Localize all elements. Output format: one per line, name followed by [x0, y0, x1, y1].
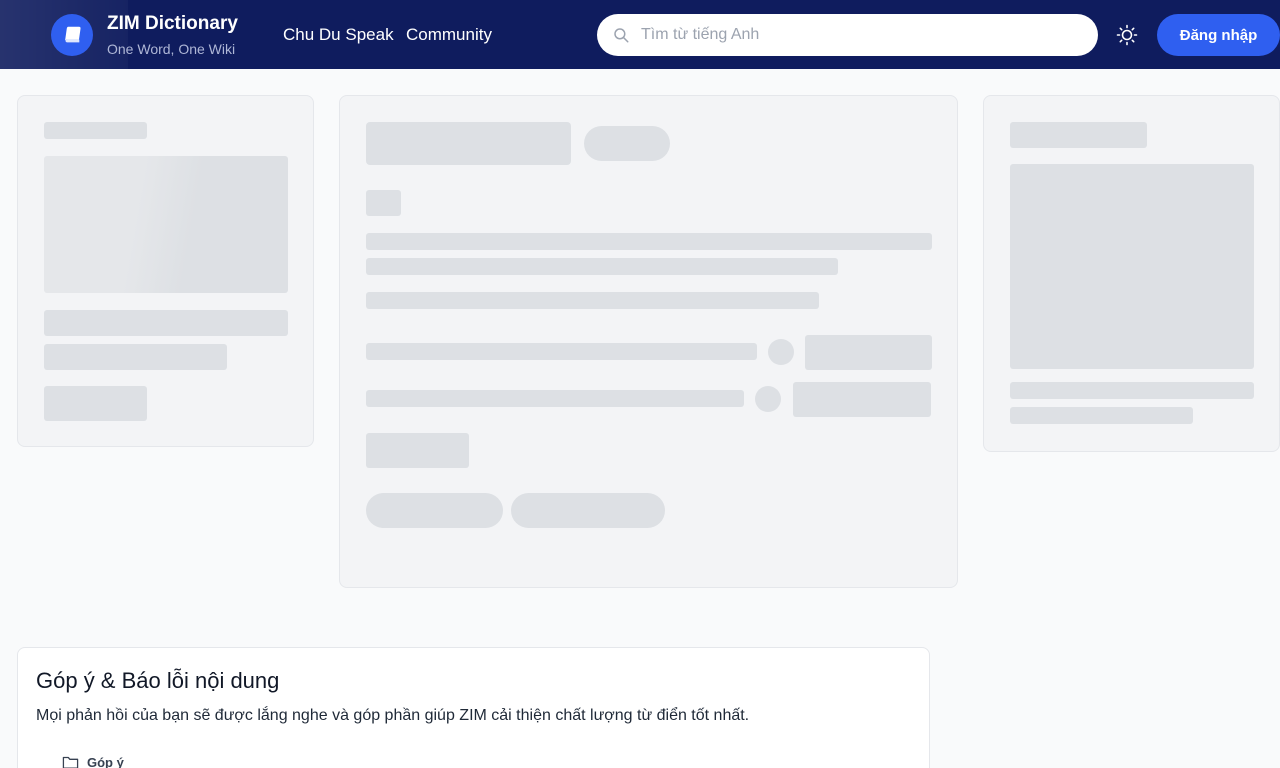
- skeleton-line: [366, 233, 932, 250]
- theme-toggle-button[interactable]: [1115, 23, 1139, 47]
- skeleton-line: [1010, 122, 1147, 148]
- brand-title[interactable]: ZIM Dictionary: [107, 13, 238, 35]
- feedback-option-label: Góp ý: [87, 755, 124, 768]
- nav-link-chu-du-speak[interactable]: Chu Du Speak: [283, 25, 394, 45]
- book-icon: [64, 26, 81, 43]
- skeleton-dot: [768, 339, 794, 365]
- folder-icon: [62, 756, 79, 768]
- feedback-title: Góp ý & Báo lỗi nội dung: [36, 668, 280, 693]
- feedback-option-suggestion[interactable]: Góp ý: [62, 755, 124, 768]
- skeleton-button: [44, 386, 147, 421]
- left-skeleton-card: [17, 95, 314, 447]
- search-input[interactable]: [641, 14, 1081, 56]
- login-button[interactable]: Đăng nhập: [1157, 14, 1280, 56]
- skeleton-line: [1010, 382, 1254, 399]
- main-skeleton-card: [339, 95, 958, 588]
- top-navbar: ZIM Dictionary One Word, One Wiki Chu Du…: [0, 0, 1280, 69]
- logo[interactable]: [51, 14, 93, 56]
- skeleton-line: [366, 343, 757, 360]
- nav-link-community[interactable]: Community: [406, 25, 492, 45]
- skeleton-block: [793, 382, 931, 417]
- skeleton-dot: [755, 386, 781, 412]
- skeleton-tag: [366, 190, 401, 216]
- skeleton-image: [44, 156, 288, 293]
- skeleton-line: [366, 292, 819, 309]
- skeleton-pill: [584, 126, 670, 161]
- right-skeleton-card: [983, 95, 1280, 452]
- feedback-description: Mọi phản hồi của bạn sẽ được lắng nghe v…: [36, 707, 750, 724]
- skeleton-image: [1010, 164, 1254, 369]
- skeleton-line: [366, 390, 744, 407]
- skeleton-line: [1010, 407, 1193, 424]
- skeleton-line: [366, 258, 838, 275]
- sun-icon: [1116, 24, 1138, 46]
- feedback-card: Góp ý & Báo lỗi nội dung Mọi phản hồi củ…: [17, 647, 930, 768]
- skeleton-line: [44, 310, 288, 336]
- skeleton-heading: [366, 122, 571, 165]
- skeleton-line: [44, 122, 147, 139]
- skeleton-pill: [511, 493, 665, 528]
- brand-subtitle: One Word, One Wiki: [107, 41, 236, 57]
- skeleton-button: [366, 433, 469, 468]
- skeleton-pill: [366, 493, 503, 528]
- search-box[interactable]: [597, 14, 1098, 56]
- search-icon: [614, 28, 629, 43]
- skeleton-line: [44, 344, 227, 370]
- skeleton-block: [805, 335, 932, 370]
